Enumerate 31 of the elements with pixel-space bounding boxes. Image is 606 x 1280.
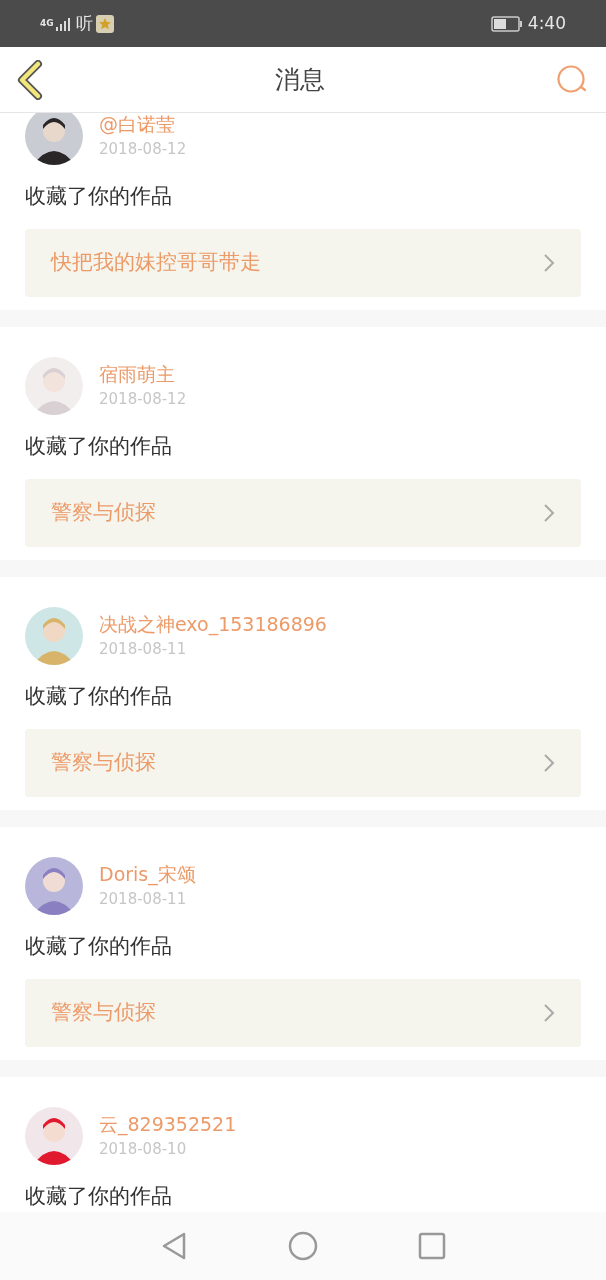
clock: 4:40 bbox=[527, 11, 566, 35]
chevron-icon bbox=[543, 753, 555, 773]
message-text: 收藏了你的作品 bbox=[25, 433, 173, 460]
message-text: 收藏了你的作品 bbox=[25, 933, 173, 960]
message-date: 2018-08-12 bbox=[99, 139, 187, 160]
app-glyph: 听 bbox=[75, 11, 93, 35]
battery-icon bbox=[490, 15, 523, 32]
chevron-icon bbox=[543, 503, 555, 523]
chevron-icon bbox=[543, 253, 555, 273]
user-name[interactable]: 宿雨萌主 bbox=[99, 361, 187, 387]
message-text: 收藏了你的作品 bbox=[25, 683, 173, 710]
work-link[interactable]: 警察与侦探 bbox=[25, 979, 581, 1047]
page-title: 消息 bbox=[274, 63, 326, 96]
home-nav-button[interactable] bbox=[288, 1231, 318, 1261]
chevron-icon bbox=[543, 1003, 555, 1023]
signal-icon bbox=[55, 16, 72, 31]
message-date: 2018-08-10 bbox=[99, 1139, 188, 1160]
message-date: 2018-08-11 bbox=[99, 639, 188, 660]
user-name[interactable]: Doris_宋颂 bbox=[99, 861, 196, 887]
message-date: 2018-08-11 bbox=[99, 889, 188, 910]
user-name[interactable]: 决战之神exo_153186896 bbox=[99, 611, 327, 637]
network-label: 4G bbox=[40, 16, 54, 30]
work-link[interactable]: 警察与侦探 bbox=[25, 729, 581, 797]
message-text: 收藏了你的作品 bbox=[25, 183, 173, 210]
work-link[interactable]: 警察与侦探 bbox=[25, 479, 581, 547]
recents-nav-button[interactable] bbox=[416, 1231, 447, 1261]
message-date: 2018-08-12 bbox=[99, 389, 187, 410]
message-text: 收藏了你的作品 bbox=[25, 1183, 173, 1210]
user-name[interactable]: 云_829352521 bbox=[99, 1111, 237, 1137]
work-link[interactable]: 快把我的妹控哥哥带走 bbox=[25, 229, 581, 297]
user-name[interactable]: @白诺莹 bbox=[99, 113, 187, 137]
